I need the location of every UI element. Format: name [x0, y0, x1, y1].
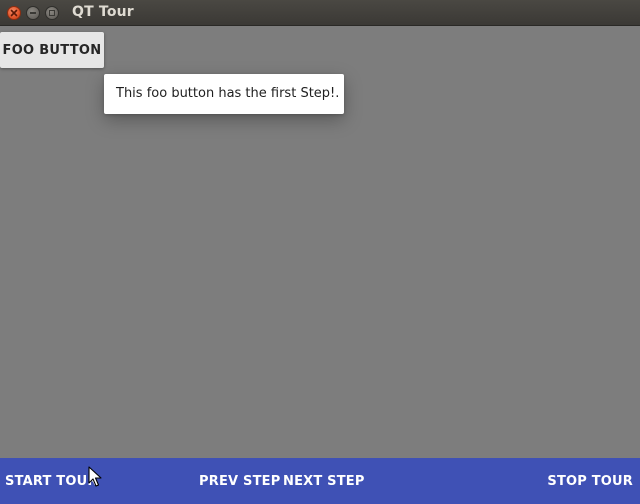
title-bar[interactable]: QT Tour: [0, 0, 640, 26]
foo-button[interactable]: FOO BUTTON: [0, 32, 104, 68]
window-title: QT Tour: [72, 4, 134, 20]
next-step-button[interactable]: NEXT STEP: [283, 474, 365, 489]
mouse-cursor-icon: [88, 466, 102, 492]
close-icon[interactable]: [7, 6, 21, 20]
prev-step-button[interactable]: PREV STEP: [199, 474, 280, 489]
minimize-icon[interactable]: [26, 6, 40, 20]
maximize-icon[interactable]: [45, 6, 59, 20]
stop-tour-button[interactable]: STOP TOUR: [547, 474, 633, 489]
tour-step-tooltip: This foo button has the first Step!.: [104, 74, 344, 114]
app-window: QT Tour FOO BUTTON This foo button has t…: [0, 0, 640, 504]
start-tour-button[interactable]: START TOUR: [5, 474, 98, 489]
